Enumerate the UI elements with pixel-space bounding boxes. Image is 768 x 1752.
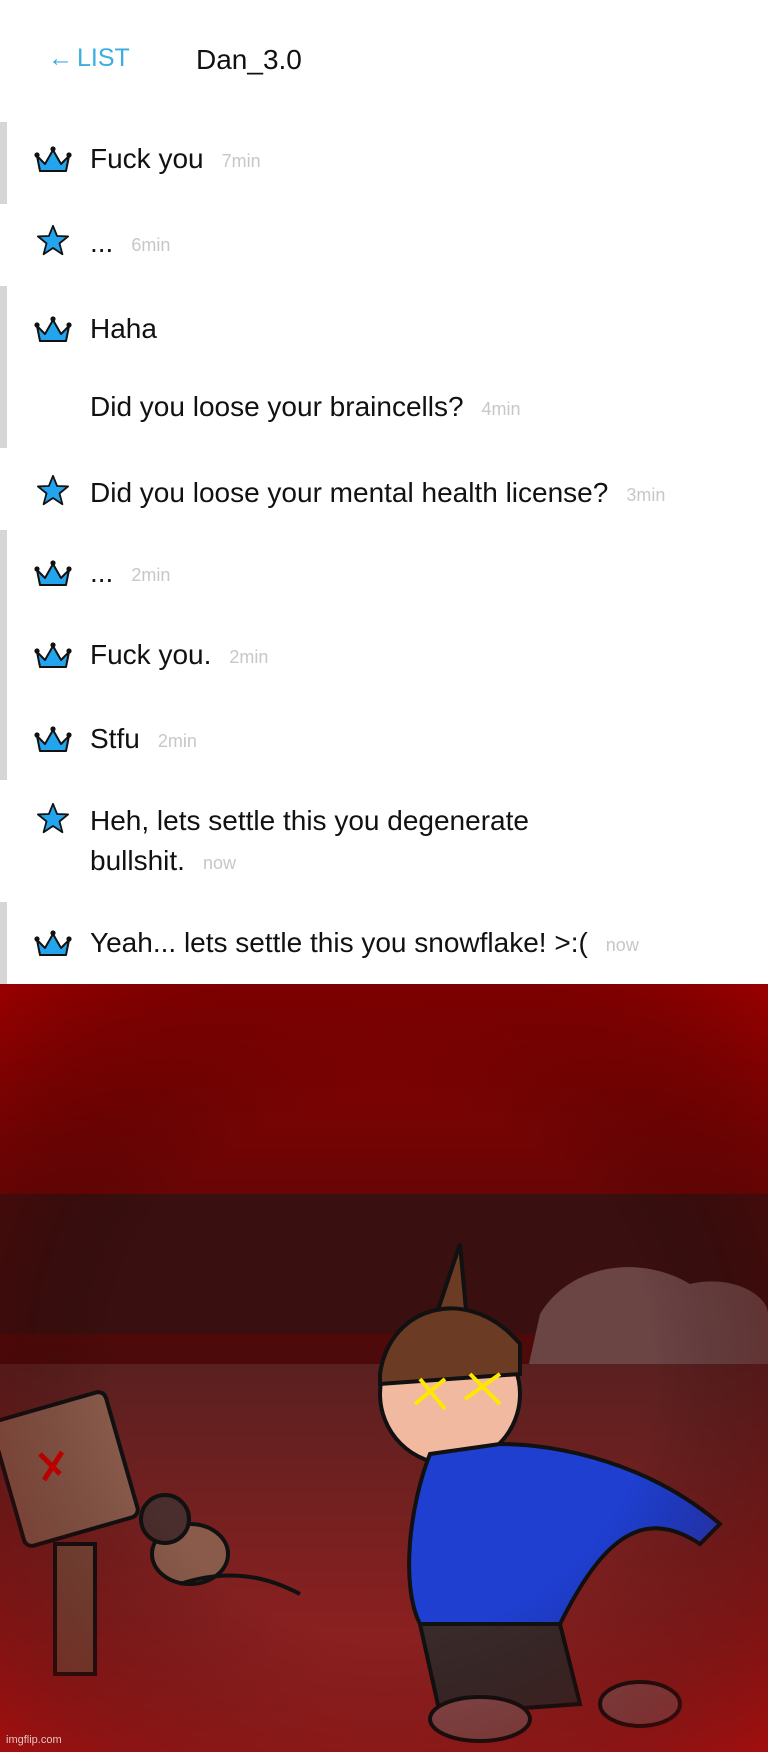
message-group-crown: Fuck you 7min	[0, 122, 768, 204]
crown-icon	[34, 146, 72, 172]
star-icon	[37, 802, 69, 834]
message-text: Did you loose your braincells? 4min	[90, 386, 521, 430]
message-time: 2min	[131, 564, 171, 585]
back-to-list-button[interactable]: ← LIST	[48, 44, 130, 73]
message-text-line2: bullshit. now	[90, 840, 236, 884]
message-text: Heh, lets settle this you degenerate	[90, 805, 529, 836]
message-group-crown: Haha Did you loose your braincells? 4min	[0, 286, 768, 448]
message-time: 4min	[481, 398, 521, 419]
message-time: 3min	[626, 484, 666, 505]
message-time: 6min	[131, 234, 171, 255]
message-group-crown: ... 2min Fuck you. 2min Stfu 2min	[0, 530, 768, 780]
message-time: now	[605, 934, 639, 955]
message-text: ... 6min	[90, 222, 170, 266]
message-time: 2min	[229, 646, 269, 667]
crown-icon	[34, 316, 72, 342]
message-text: Stfu 2min	[90, 718, 197, 762]
back-arrow-icon: ←	[48, 44, 73, 72]
chat-header: ← LIST Dan_3.0	[0, 0, 768, 120]
message-time: 2min	[157, 730, 197, 751]
message-text: Fuck you 7min	[90, 138, 261, 182]
star-icon	[37, 224, 69, 256]
crown-icon	[34, 930, 72, 956]
scene-illustration	[0, 984, 768, 1752]
message-group-crown: Yeah... lets settle this you snowflake! …	[0, 902, 768, 984]
message-text: ... 2min	[90, 552, 170, 596]
chat-title: Dan_3.0	[196, 44, 302, 75]
message-text: Did you loose your mental health license…	[90, 472, 665, 516]
watermark-text: imgflip.com	[6, 1734, 62, 1746]
message-time: 7min	[221, 150, 261, 171]
star-icon	[37, 474, 69, 506]
crown-icon	[34, 560, 72, 586]
message-text: Haha	[90, 313, 157, 344]
message-text: Yeah... lets settle this you snowflake! …	[90, 922, 639, 966]
back-label: LIST	[77, 44, 130, 72]
message-time: now	[202, 852, 236, 873]
crown-icon	[34, 726, 72, 752]
message-text: Fuck you. 2min	[90, 634, 268, 678]
cartoon-scene-image: imgflip.com	[0, 984, 768, 1752]
crown-icon	[34, 642, 72, 668]
